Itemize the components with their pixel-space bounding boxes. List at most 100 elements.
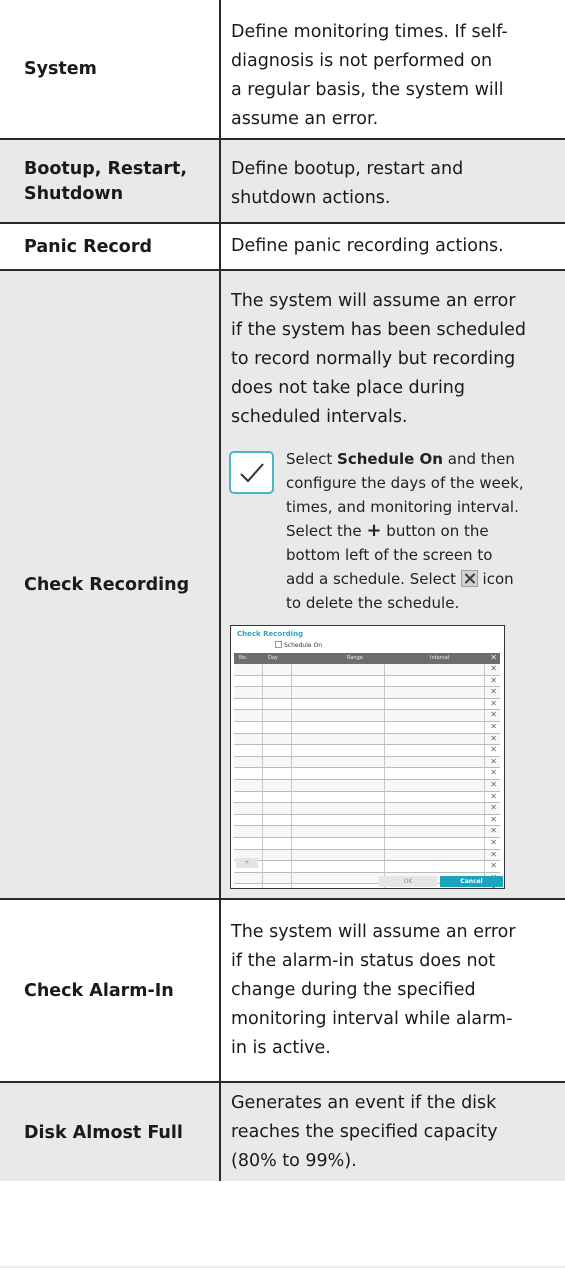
schedule-row[interactable]: ✕ xyxy=(234,721,500,734)
grid-divider xyxy=(384,849,385,861)
delete-row-icon[interactable]: ✕ xyxy=(490,676,497,685)
grid-divider xyxy=(384,698,385,710)
grid-divider xyxy=(262,791,263,803)
table-row-bootup: Bootup, Restart, Shutdown Define bootup, … xyxy=(0,138,565,224)
delete-row-icon[interactable]: ✕ xyxy=(490,827,497,835)
delete-row-icon[interactable]: ✕ xyxy=(490,850,497,859)
grid-divider xyxy=(291,849,292,861)
note-block: Select Schedule On and then configure th… xyxy=(221,447,561,617)
checkbox-icon xyxy=(275,641,282,648)
column-divider xyxy=(219,0,221,138)
schedule-grid: No. Day Range Interval ✕ ✕ ✕ ✕ ✕ ✕ ✕ ✕ ✕ ✕ ✕ ✕ ✕ ✕ ✕ ✕… xyxy=(234,653,500,888)
grid-divider xyxy=(262,872,263,884)
grid-divider xyxy=(291,675,292,687)
grid-divider xyxy=(484,803,485,814)
schedule-row[interactable]: ✕ xyxy=(234,756,500,769)
grid-divider xyxy=(384,861,385,872)
grid-divider xyxy=(484,791,485,803)
grid-divider xyxy=(262,733,263,745)
row-label: Bootup, Restart, Shutdown xyxy=(24,159,188,204)
grid-divider xyxy=(384,768,385,779)
schedule-row[interactable]: ✕ xyxy=(234,861,500,873)
delete-row-icon[interactable]: ✕ xyxy=(490,746,497,754)
grid-divider xyxy=(291,861,292,872)
grid-divider xyxy=(291,687,292,698)
grid-divider xyxy=(291,721,292,733)
schedule-row[interactable]: ✕ xyxy=(234,745,500,757)
grid-divider xyxy=(484,814,485,826)
grid-divider xyxy=(262,884,263,888)
page-bottom-space xyxy=(0,1181,565,1266)
schedule-row[interactable]: ✕ xyxy=(234,814,500,827)
delete-row-icon[interactable]: ✕ xyxy=(490,862,497,870)
row-description: The system will assume an error if the a… xyxy=(231,922,516,1058)
delete-x-icon xyxy=(460,570,478,587)
schedule-row[interactable]: ✕ xyxy=(234,733,500,746)
delete-row-icon[interactable]: ✕ xyxy=(490,722,497,731)
delete-row-icon[interactable]: ✕ xyxy=(490,757,497,766)
grid-divider xyxy=(384,756,385,768)
grid-divider xyxy=(262,779,263,791)
grid-divider xyxy=(262,849,263,861)
grid-divider xyxy=(262,698,263,710)
schedule-row[interactable]: ✕ xyxy=(234,698,500,711)
grid-divider xyxy=(384,837,385,849)
table-row-panic-record: Panic Record Define panic recording acti… xyxy=(0,222,565,271)
checkmark-icon xyxy=(229,451,274,494)
schedule-row[interactable]: ✕ xyxy=(234,779,500,792)
delete-row-icon[interactable]: ✕ xyxy=(490,688,497,696)
grid-divider xyxy=(291,756,292,768)
column-divider xyxy=(219,900,221,1083)
grid-divider xyxy=(262,768,263,779)
delete-row-icon[interactable]: ✕ xyxy=(490,734,497,743)
delete-row-icon[interactable]: ✕ xyxy=(490,699,497,708)
delete-row-icon[interactable]: ✕ xyxy=(490,769,497,777)
add-schedule-button[interactable]: + xyxy=(236,858,258,868)
grid-divider xyxy=(484,721,485,733)
grid-divider xyxy=(262,814,263,826)
schedule-row[interactable]: ✕ xyxy=(234,768,500,780)
grid-divider xyxy=(484,779,485,791)
cancel-button[interactable]: Cancel xyxy=(440,876,503,887)
delete-row-icon[interactable]: ✕ xyxy=(490,665,497,673)
grid-divider xyxy=(291,814,292,826)
delete-row-icon[interactable]: ✕ xyxy=(490,780,497,789)
grid-divider xyxy=(262,710,263,721)
delete-row-icon[interactable]: ✕ xyxy=(490,804,497,812)
ok-button[interactable]: OK xyxy=(379,876,437,887)
row-label: Check Alarm-In xyxy=(24,981,174,1001)
grid-divider xyxy=(384,803,385,814)
schedule-row[interactable]: ✕ xyxy=(234,664,500,676)
grid-divider xyxy=(484,826,485,837)
delete-row-icon[interactable]: ✕ xyxy=(490,711,497,719)
row-description: Generates an event if the disk reaches t… xyxy=(231,1093,498,1171)
schedule-row[interactable]: ✕ xyxy=(234,687,500,699)
row-label: System xyxy=(24,58,97,79)
grid-divider xyxy=(291,884,292,888)
delete-row-icon[interactable]: ✕ xyxy=(490,815,497,824)
grid-divider xyxy=(291,872,292,884)
grid-divider xyxy=(484,733,485,745)
schedule-row[interactable]: ✕ xyxy=(234,710,500,722)
grid-divider xyxy=(384,733,385,745)
grid-divider xyxy=(384,814,385,826)
grid-divider xyxy=(384,664,385,675)
schedule-row[interactable]: ✕ xyxy=(234,803,500,815)
delete-row-icon[interactable]: ✕ xyxy=(490,792,497,801)
grid-divider xyxy=(484,687,485,698)
grid-divider xyxy=(262,721,263,733)
schedule-row[interactable]: ✕ xyxy=(234,826,500,838)
schedule-row[interactable]: ✕ xyxy=(234,675,500,688)
row-description: Define monitoring times. If self- diagno… xyxy=(231,22,508,129)
grid-divider xyxy=(262,745,263,756)
grid-divider xyxy=(484,698,485,710)
schedule-row[interactable]: ✕ xyxy=(234,837,500,850)
delete-row-icon[interactable]: ✕ xyxy=(490,838,497,847)
schedule-on-checkbox[interactable]: Schedule On xyxy=(275,641,322,649)
grid-divider xyxy=(384,710,385,721)
schedule-row[interactable]: ✕ xyxy=(234,849,500,862)
schedule-row[interactable]: ✕ xyxy=(234,791,500,804)
row-label: Disk Almost Full xyxy=(24,1122,183,1143)
note-text: Select Schedule On and then configure th… xyxy=(286,450,524,612)
row-description: The system will assume an error if the s… xyxy=(231,291,527,427)
